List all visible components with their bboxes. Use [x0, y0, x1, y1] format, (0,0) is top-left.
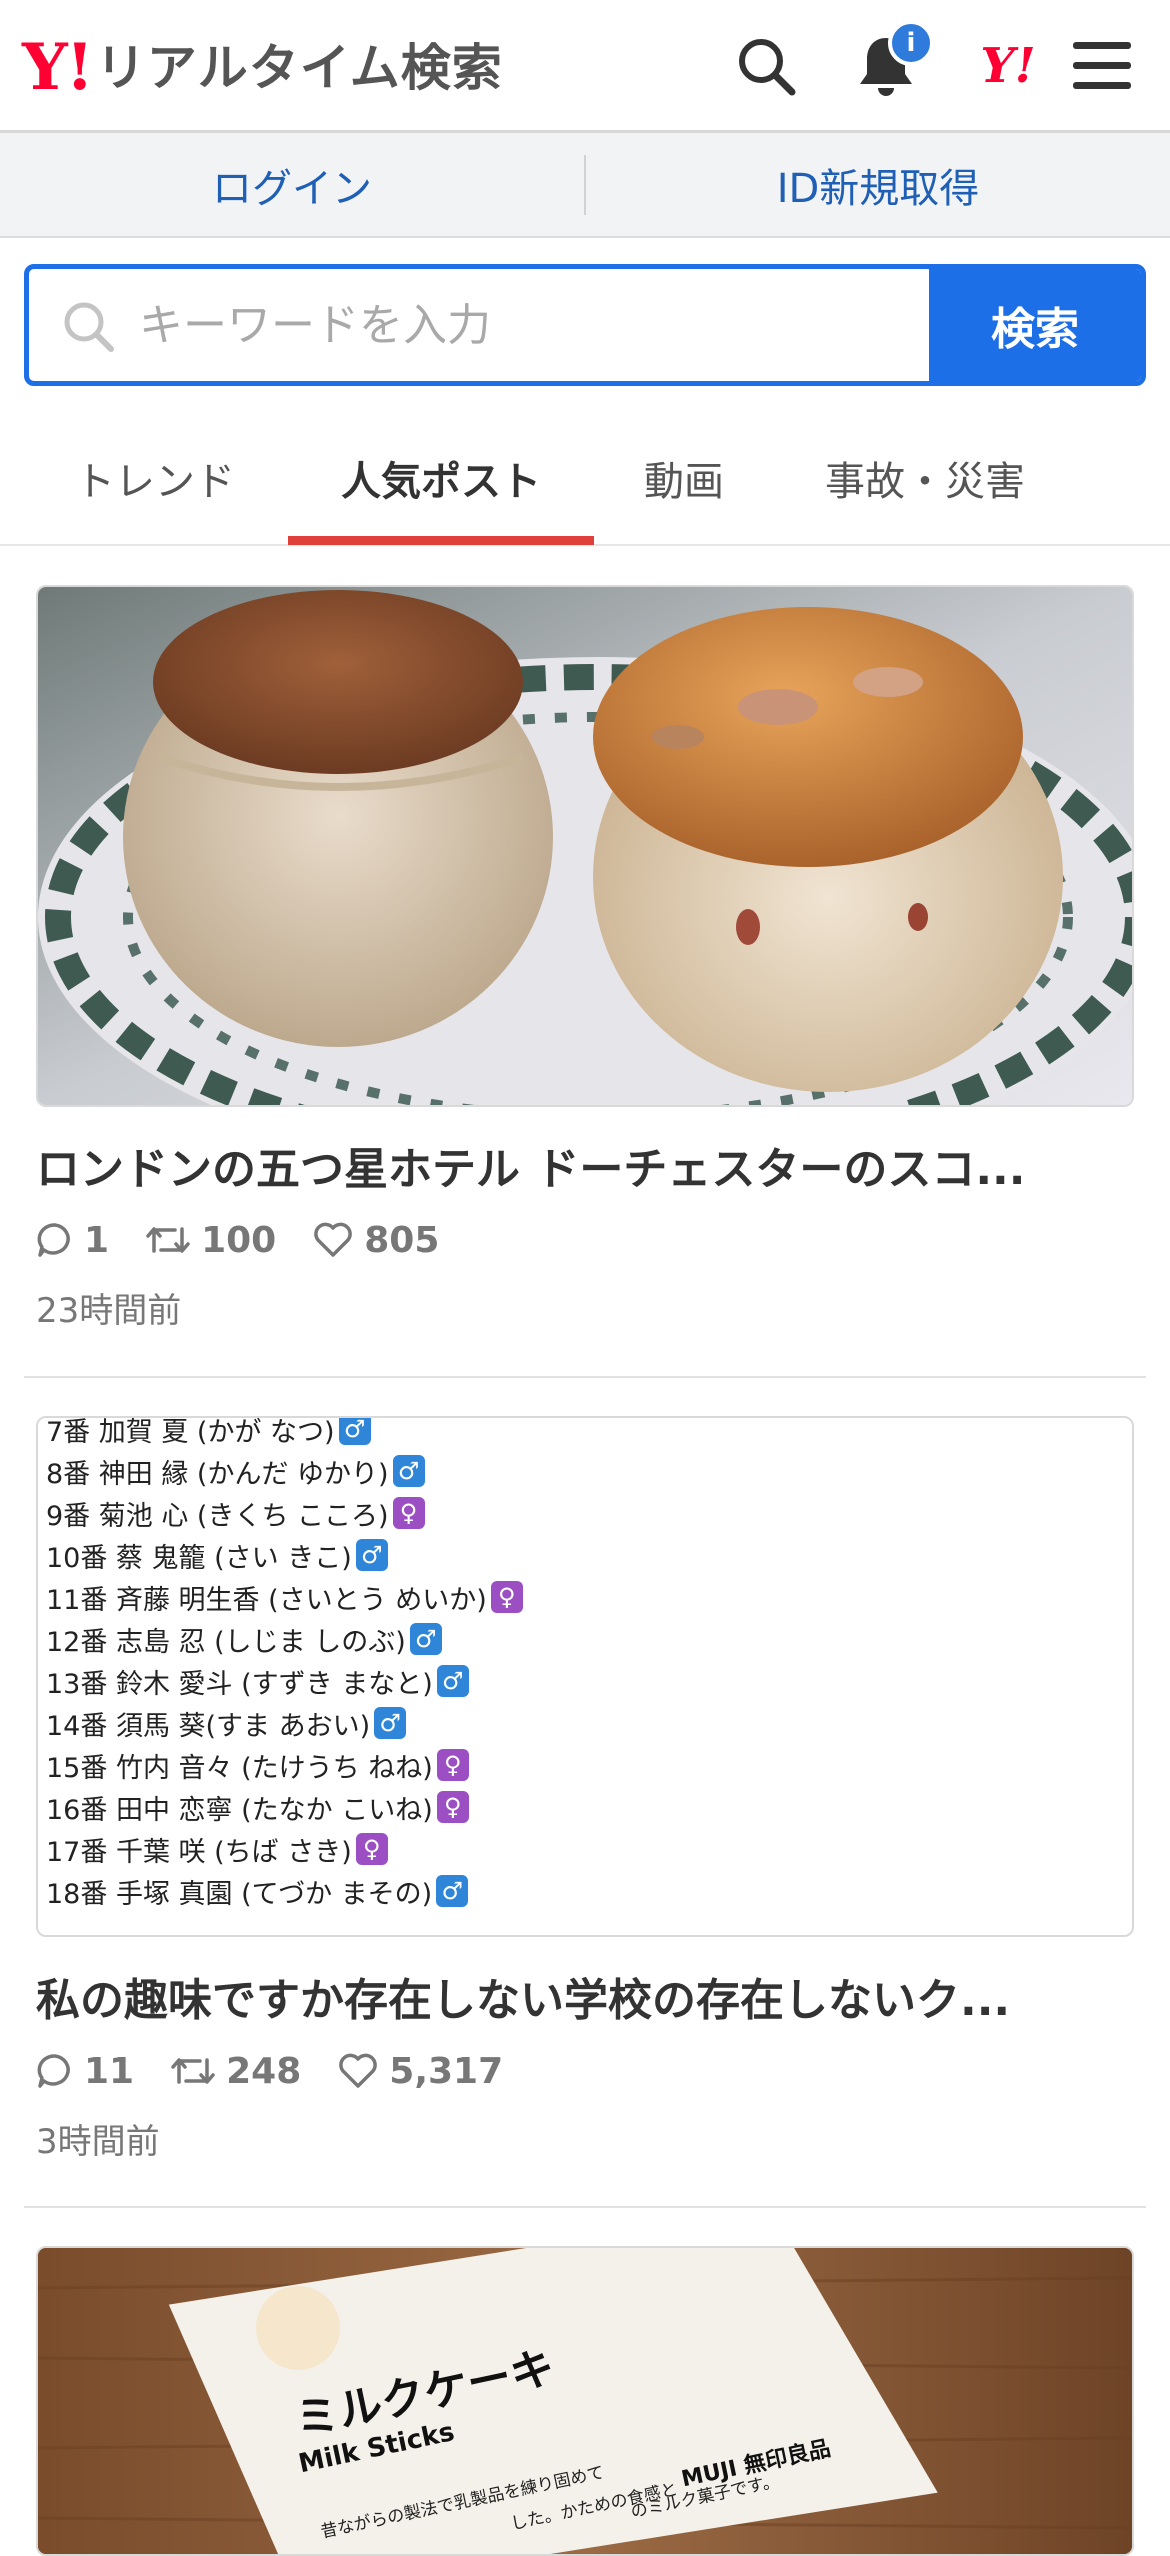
- female-icon: ♀: [436, 1749, 469, 1781]
- name-list-text: 17番 千葉 咲 (ちば さき): [46, 1836, 352, 1868]
- tab-accidents-disasters[interactable]: 事故・災害: [790, 412, 1060, 544]
- name-list-row: 11番 斉藤 明生香 (さいとう めいか) ♀: [46, 1576, 1126, 1618]
- post-time: 23時間前: [36, 1291, 182, 1331]
- tab-trend[interactable]: トレンド: [40, 412, 270, 544]
- name-list-text: 8番 神田 縁 (かんだ ゆかり): [46, 1458, 389, 1490]
- name-list: 7番 加賀 夏 (かが なつ) ♂ 8番 神田 縁 (かんだ ゆかり) ♂ 9番 菊池 …: [46, 1416, 1126, 1912]
- repost-icon: [146, 1227, 190, 1253]
- name-list-text: 11番 斉藤 明生香 (さいとう めいか): [46, 1584, 487, 1616]
- post-time: 3時間前: [36, 2122, 160, 2162]
- logo-mark: Y!: [22, 30, 94, 105]
- repost-count: 100: [201, 1219, 277, 1261]
- name-list-text: 18番 手塚 真園 (てづか まその): [46, 1878, 433, 1910]
- name-list-row: 8番 神田 縁 (かんだ ゆかり) ♂: [46, 1450, 1126, 1492]
- female-icon: ♀: [392, 1497, 425, 1529]
- name-list-row: 12番 志島 忍 (しじま しのぶ) ♂: [46, 1618, 1126, 1660]
- male-icon: ♂: [436, 1665, 469, 1697]
- female-icon: ♀: [436, 1791, 469, 1823]
- name-list-row: 14番 須馬 葵(すま あおい) ♂: [46, 1702, 1126, 1744]
- login-link[interactable]: ログイン: [0, 133, 584, 236]
- male-icon: ♂: [338, 1418, 371, 1445]
- name-list-text: 10番 蔡 鬼籠 (さい きこ): [46, 1542, 352, 1574]
- post-divider: [24, 1376, 1146, 1378]
- name-list-text: 16番 田中 恋寧 (たなか こいね): [46, 1794, 433, 1826]
- heart-icon: [314, 1222, 353, 1257]
- post-card[interactable]: ミルクケーキ Milk Sticks 昔ながらの製法で乳製品を練り固めて した。…: [36, 2246, 1134, 2556]
- name-list-text: 14番 須馬 葵(すま あおい): [46, 1710, 371, 1742]
- heart-icon: [339, 2053, 378, 2088]
- post-title[interactable]: 私の趣味ですか󠄀存在しない学校の存在しないク...: [36, 1964, 1134, 2028]
- logo-text: リアルタイム検索: [95, 39, 503, 97]
- name-list-row: 9番 菊池 心 (きくち こころ) ♀: [46, 1492, 1126, 1534]
- notification-badge: i: [888, 20, 934, 66]
- yahoo-home-icon[interactable]: Y!: [966, 28, 1050, 104]
- like-count: 5,317: [389, 2050, 504, 2092]
- male-icon: ♂: [374, 1707, 407, 1739]
- female-icon: ♀: [355, 1833, 388, 1865]
- reply-stat[interactable]: 1: [36, 1220, 109, 1261]
- active-tab-indicator: [288, 536, 594, 545]
- repost-stat[interactable]: 100: [145, 1220, 276, 1261]
- search-input[interactable]: [139, 269, 939, 381]
- like-count: 805: [364, 1219, 440, 1261]
- post-image-milk-sticks[interactable]: ミルクケーキ Milk Sticks 昔ながらの製法で乳製品を練り固めて した。…: [36, 2246, 1134, 2556]
- yahoo-mark: Y!: [980, 38, 1036, 94]
- reply-stat[interactable]: 11: [36, 2051, 134, 2092]
- name-list-row: 7番 加賀 夏 (かが なつ) ♂: [46, 1416, 1126, 1450]
- search-form: 検索: [24, 264, 1146, 386]
- reply-count: 1: [84, 1219, 110, 1261]
- repost-count: 248: [226, 2050, 302, 2092]
- female-icon: ♀: [490, 1581, 523, 1613]
- name-list-row: 10番 蔡 鬼籠 (さい きこ) ♂: [46, 1534, 1126, 1576]
- name-list-text: 13番 鈴木 愛斗 (すずき まなと): [46, 1668, 433, 1700]
- name-list-row: 18番 手塚 真園 (てづか まその) ♂: [46, 1870, 1126, 1912]
- signup-link[interactable]: ID新規取得: [586, 133, 1170, 236]
- tab-popular-posts[interactable]: 人気ポスト: [288, 412, 594, 544]
- reply-icon: [37, 2054, 70, 2088]
- post-image-name-list[interactable]: 7番 加賀 夏 (かが なつ) ♂ 8番 神田 縁 (かんだ ゆかり) ♂ 9番 菊池 …: [36, 1416, 1134, 1937]
- male-icon: ♂: [392, 1455, 425, 1487]
- post-stats: 1 100 805: [36, 1215, 475, 1265]
- search-button[interactable]: 検索: [929, 269, 1141, 381]
- search-icon[interactable]: [728, 28, 804, 104]
- post-stats: 11 248 5,317: [36, 2046, 539, 2096]
- male-icon: ♂: [409, 1623, 442, 1655]
- name-list-row: 15番 竹内 音々 (たけうち ねね) ♀: [46, 1744, 1126, 1786]
- bell-icon[interactable]: i: [848, 20, 934, 104]
- app-header: Y! リアルタイム検索 i Y!: [0, 0, 1170, 133]
- like-stat[interactable]: 5,317: [337, 2051, 503, 2092]
- name-list-row: 17番 千葉 咲 (ちば さき) ♀: [46, 1828, 1126, 1870]
- name-list-text: 7番 加賀 夏 (かが なつ): [46, 1416, 335, 1448]
- repost-stat[interactable]: 248: [170, 2051, 301, 2092]
- reply-icon: [37, 1223, 70, 1257]
- post-divider: [24, 2206, 1146, 2208]
- male-icon: ♂: [355, 1539, 388, 1571]
- login-bar: ログイン ID新規取得: [0, 133, 1170, 238]
- search-field-icon: [59, 297, 119, 357]
- post-card[interactable]: 7番 加賀 夏 (かが なつ) ♂ 8番 神田 縁 (かんだ ゆかり) ♂ 9番 菊池 …: [36, 1416, 1134, 2176]
- post-image-scones[interactable]: [36, 585, 1134, 1107]
- category-tabs: トレンド 人気ポスト 動画 事故・災害: [0, 412, 1170, 546]
- post-title[interactable]: ロンドンの五つ星ホテル ドーチェスターのスコ...: [36, 1133, 1134, 1197]
- repost-icon: [171, 2058, 215, 2084]
- name-list-text: 12番 志島 忍 (しじま しのぶ): [46, 1626, 406, 1658]
- male-icon: ♂: [436, 1875, 469, 1907]
- like-stat[interactable]: 805: [312, 1220, 439, 1261]
- post-card[interactable]: ロンドンの五つ星ホテル ドーチェスターのスコ... 1 100 805 23時間…: [36, 585, 1134, 1345]
- name-list-row: 13番 鈴木 愛斗 (すずき まなと) ♂: [46, 1660, 1126, 1702]
- name-list-text: 9番 菊池 心 (きくち こころ): [46, 1500, 389, 1532]
- reply-count: 11: [84, 2050, 135, 2092]
- tab-videos[interactable]: 動画: [614, 412, 754, 544]
- yahoo-realtime-logo[interactable]: Y! リアルタイム検索: [22, 28, 503, 108]
- menu-icon[interactable]: [1064, 28, 1140, 104]
- name-list-text: 15番 竹内 音々 (たけうち ねね): [46, 1752, 433, 1784]
- name-list-row: 16番 田中 恋寧 (たなか こいね) ♀: [46, 1786, 1126, 1828]
